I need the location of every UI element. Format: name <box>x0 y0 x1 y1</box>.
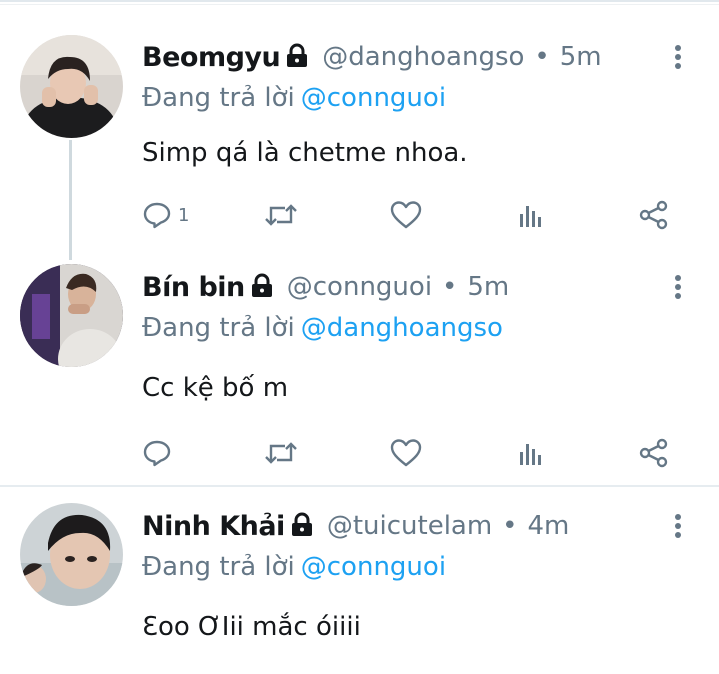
reply-button[interactable] <box>142 433 178 473</box>
lock-icon <box>249 272 275 302</box>
more-vertical-icon[interactable] <box>668 267 688 307</box>
tweet-header: Ninh Khải @tuicutelam • 4m <box>142 506 569 546</box>
retweet-button[interactable] <box>264 433 298 473</box>
avatar[interactable] <box>20 503 123 606</box>
action-bar: 1 <box>0 195 719 235</box>
reply-icon <box>142 200 172 230</box>
handle[interactable]: @danghoangso <box>322 42 524 72</box>
tweet-header: Beomgyu @danghoangso • 5m <box>142 37 602 77</box>
retweet-icon <box>264 438 298 468</box>
reply-button[interactable]: 1 <box>142 195 189 235</box>
action-bar <box>0 433 719 473</box>
share-icon <box>638 437 670 469</box>
timestamp[interactable]: 4m <box>528 511 570 541</box>
timestamp[interactable]: 5m <box>560 42 602 72</box>
retweet-icon <box>264 200 298 230</box>
replying-to: Đang trả lời @danghoangso <box>142 313 503 343</box>
lock-icon <box>289 511 315 541</box>
avatar[interactable] <box>20 264 123 367</box>
top-divider-shadow <box>0 4 719 5</box>
display-name[interactable]: Beomgyu <box>142 42 281 73</box>
replying-to: Đang trả lời @connguoi <box>142 83 446 113</box>
analytics-button[interactable] <box>516 195 546 235</box>
tweet-text: Cc kệ bố m <box>142 373 289 403</box>
timestamp[interactable]: 5m <box>467 272 509 302</box>
more-vertical-icon[interactable] <box>668 506 688 546</box>
separator-dot: • <box>442 272 458 302</box>
handle[interactable]: @connguoi <box>287 272 432 302</box>
handle[interactable]: @tuicutelam <box>327 511 492 541</box>
reply-count: 1 <box>178 204 190 226</box>
analytics-icon <box>516 200 546 230</box>
heart-icon <box>390 200 422 230</box>
share-button[interactable] <box>638 433 670 473</box>
analytics-icon <box>516 438 546 468</box>
replying-to-label: Đang trả lời <box>142 313 295 343</box>
tweet-text: Simp qá là chetme nhoa. <box>142 138 468 168</box>
like-button[interactable] <box>390 195 422 235</box>
retweet-button[interactable] <box>264 195 298 235</box>
avatar[interactable] <box>20 35 123 138</box>
display-name[interactable]: Bín bin <box>142 272 245 303</box>
tweet-divider <box>0 485 719 487</box>
tweet-header: Bín bin @connguoi • 5m <box>142 267 509 307</box>
top-divider <box>0 0 719 2</box>
like-button[interactable] <box>390 433 422 473</box>
heart-icon <box>390 438 422 468</box>
mention-link[interactable]: @connguoi <box>301 552 446 582</box>
mention-link[interactable]: @connguoi <box>301 83 446 113</box>
display-name[interactable]: Ninh Khải <box>142 511 285 542</box>
replying-to-label: Đang trả lời <box>142 552 295 582</box>
share-button[interactable] <box>638 195 670 235</box>
separator-dot: • <box>502 511 518 541</box>
reply-icon <box>142 438 172 468</box>
share-icon <box>638 199 670 231</box>
tweet-text: Ɛoo ƠIii mắc óiiii <box>142 612 361 642</box>
mention-link[interactable]: @danghoangso <box>301 313 503 343</box>
separator-dot: • <box>534 42 550 72</box>
replying-to-label: Đang trả lời <box>142 83 295 113</box>
analytics-button[interactable] <box>516 433 546 473</box>
replying-to: Đang trả lời @connguoi <box>142 552 446 582</box>
lock-icon <box>284 42 310 72</box>
more-vertical-icon[interactable] <box>668 37 688 77</box>
